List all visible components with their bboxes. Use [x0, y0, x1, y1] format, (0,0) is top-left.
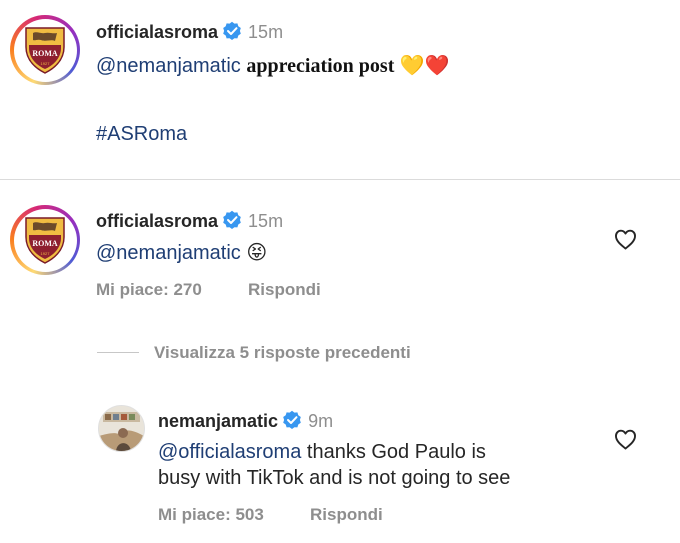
verified-badge-icon — [222, 21, 242, 46]
caption-body: appreciation post — [246, 55, 395, 77]
as-roma-logo: ROMA 1927 — [25, 27, 65, 74]
replies-line — [97, 352, 139, 353]
comment-emoji: 😝 — [246, 242, 268, 264]
comment-header: officialasroma 15m — [96, 210, 283, 235]
reply-text: @officialasroma thanks God Paulo is busy… — [158, 439, 598, 491]
comment-like-heart-icon[interactable] — [614, 229, 637, 255]
comment-reply-button[interactable]: Rispondi — [248, 280, 321, 300]
caption-avatar[interactable]: ROMA 1927 — [10, 15, 80, 85]
logo-year-text: 1927 — [41, 61, 51, 66]
reply-likes[interactable]: Mi piace: 503 — [158, 505, 264, 525]
comment-likes[interactable]: Mi piace: 270 — [96, 280, 202, 300]
reply-text-line2: busy with TikTok and is not going to see — [158, 467, 511, 489]
caption-header: officialasroma 15m — [96, 21, 283, 46]
comment-username[interactable]: officialasroma — [96, 211, 218, 231]
profile-photo-icon — [99, 406, 144, 451]
logo-name-text: ROMA — [32, 49, 58, 58]
verified-badge-icon — [282, 410, 302, 435]
section-divider — [0, 179, 680, 180]
comment-time: 15m — [248, 211, 284, 231]
logo-name-text: ROMA — [32, 239, 58, 248]
comment-text: @nemanjamatic 😝 — [96, 240, 267, 266]
reply-mention[interactable]: @officialasroma — [158, 441, 301, 463]
reply-text-line1: thanks God Paulo is — [306, 441, 486, 463]
verified-badge-icon — [222, 210, 242, 235]
reply-avatar[interactable] — [98, 405, 145, 452]
comment-avatar[interactable]: ROMA 1927 — [10, 205, 80, 275]
reply-reply-button[interactable]: Rispondi — [310, 505, 383, 525]
reply-username[interactable]: nemanjamatic — [158, 411, 278, 431]
logo-year-text: 1927 — [41, 251, 51, 256]
caption-username[interactable]: officialasroma — [96, 22, 218, 42]
caption-hashtag[interactable]: #ASRoma — [96, 121, 187, 147]
caption-time: 15m — [248, 22, 284, 42]
caption-mention[interactable]: @nemanjamatic — [96, 55, 241, 77]
caption-emojis: 💛❤️ — [399, 55, 450, 77]
reply-like-heart-icon[interactable] — [614, 429, 637, 455]
reply-header: nemanjamatic 9m — [158, 410, 333, 435]
caption-text: @nemanjamatic appreciation post 💛❤️ — [96, 53, 450, 79]
view-replies-button[interactable]: Visualizza 5 risposte precedenti — [154, 343, 411, 363]
comment-mention[interactable]: @nemanjamatic — [96, 242, 241, 264]
as-roma-logo: ROMA 1927 — [25, 217, 65, 264]
reply-time: 9m — [308, 411, 334, 431]
